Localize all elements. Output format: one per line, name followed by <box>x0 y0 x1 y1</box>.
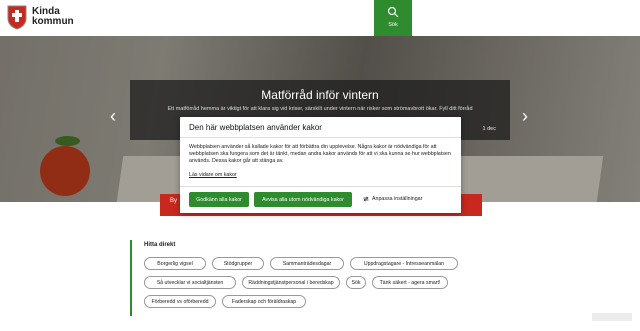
site-header: Kinda kommun Sök E-tjänster Kartor Ansla… <box>0 0 640 36</box>
globe-icon <box>539 6 551 18</box>
logo-text: Kinda kommun <box>32 7 74 27</box>
logo-line2: kommun <box>32 16 74 27</box>
reject-nonessential-button[interactable]: Avvisa alla utom nödvändiga kakor <box>254 192 352 207</box>
nav-listen-label: Lyssna <box>574 22 592 28</box>
nav-notice-board[interactable]: Anslagstavla <box>488 0 526 36</box>
nav-contact[interactable]: Kontakt <box>602 0 640 36</box>
chat-icon <box>615 7 627 17</box>
nav-translate[interactable]: Translate <box>526 0 564 36</box>
nav-search[interactable]: Sök <box>374 0 412 36</box>
nav-translate-label: Translate <box>533 22 557 28</box>
nav-maps[interactable]: Kartor <box>450 0 488 36</box>
search-icon <box>387 6 399 18</box>
customize-settings-button[interactable]: Anpassa inställningar <box>363 196 422 202</box>
divider <box>180 186 461 187</box>
crest-icon <box>7 5 27 30</box>
document-icon <box>427 6 435 18</box>
site-logo[interactable]: Kinda kommun <box>6 4 74 30</box>
nav-notice-board-label: Anslagstavla <box>491 22 523 28</box>
map-icon <box>463 6 475 18</box>
nav-contact-label: Kontakt <box>611 22 631 28</box>
cookie-dialog: Den här webbplatsen använder kakor Webbp… <box>180 117 461 213</box>
speaker-icon <box>578 8 589 16</box>
cookie-dialog-body: Webbplatsen använder så kallade kakor fö… <box>189 144 451 164</box>
cookie-dialog-title: Den här webbplatsen använder kakor <box>189 123 322 132</box>
nav-e-services[interactable]: E-tjänster <box>412 0 450 36</box>
top-nav: Sök E-tjänster Kartor Anslagstavla Trans… <box>374 0 640 36</box>
accept-all-button[interactable]: Godkänn alla kakor <box>189 192 249 207</box>
cookie-read-more-link[interactable]: Läs vidare om kakor <box>189 172 237 178</box>
nav-maps-label: Kartor <box>461 22 477 28</box>
nav-listen[interactable]: Lyssna <box>564 0 602 36</box>
nav-e-services-label: E-tjänster <box>419 22 443 28</box>
divider <box>180 137 461 138</box>
clipboard-icon <box>502 6 512 18</box>
nav-search-label: Sök <box>388 22 398 28</box>
swap-icon <box>363 196 369 202</box>
customize-settings-label: Anpassa inställningar <box>372 196 423 202</box>
